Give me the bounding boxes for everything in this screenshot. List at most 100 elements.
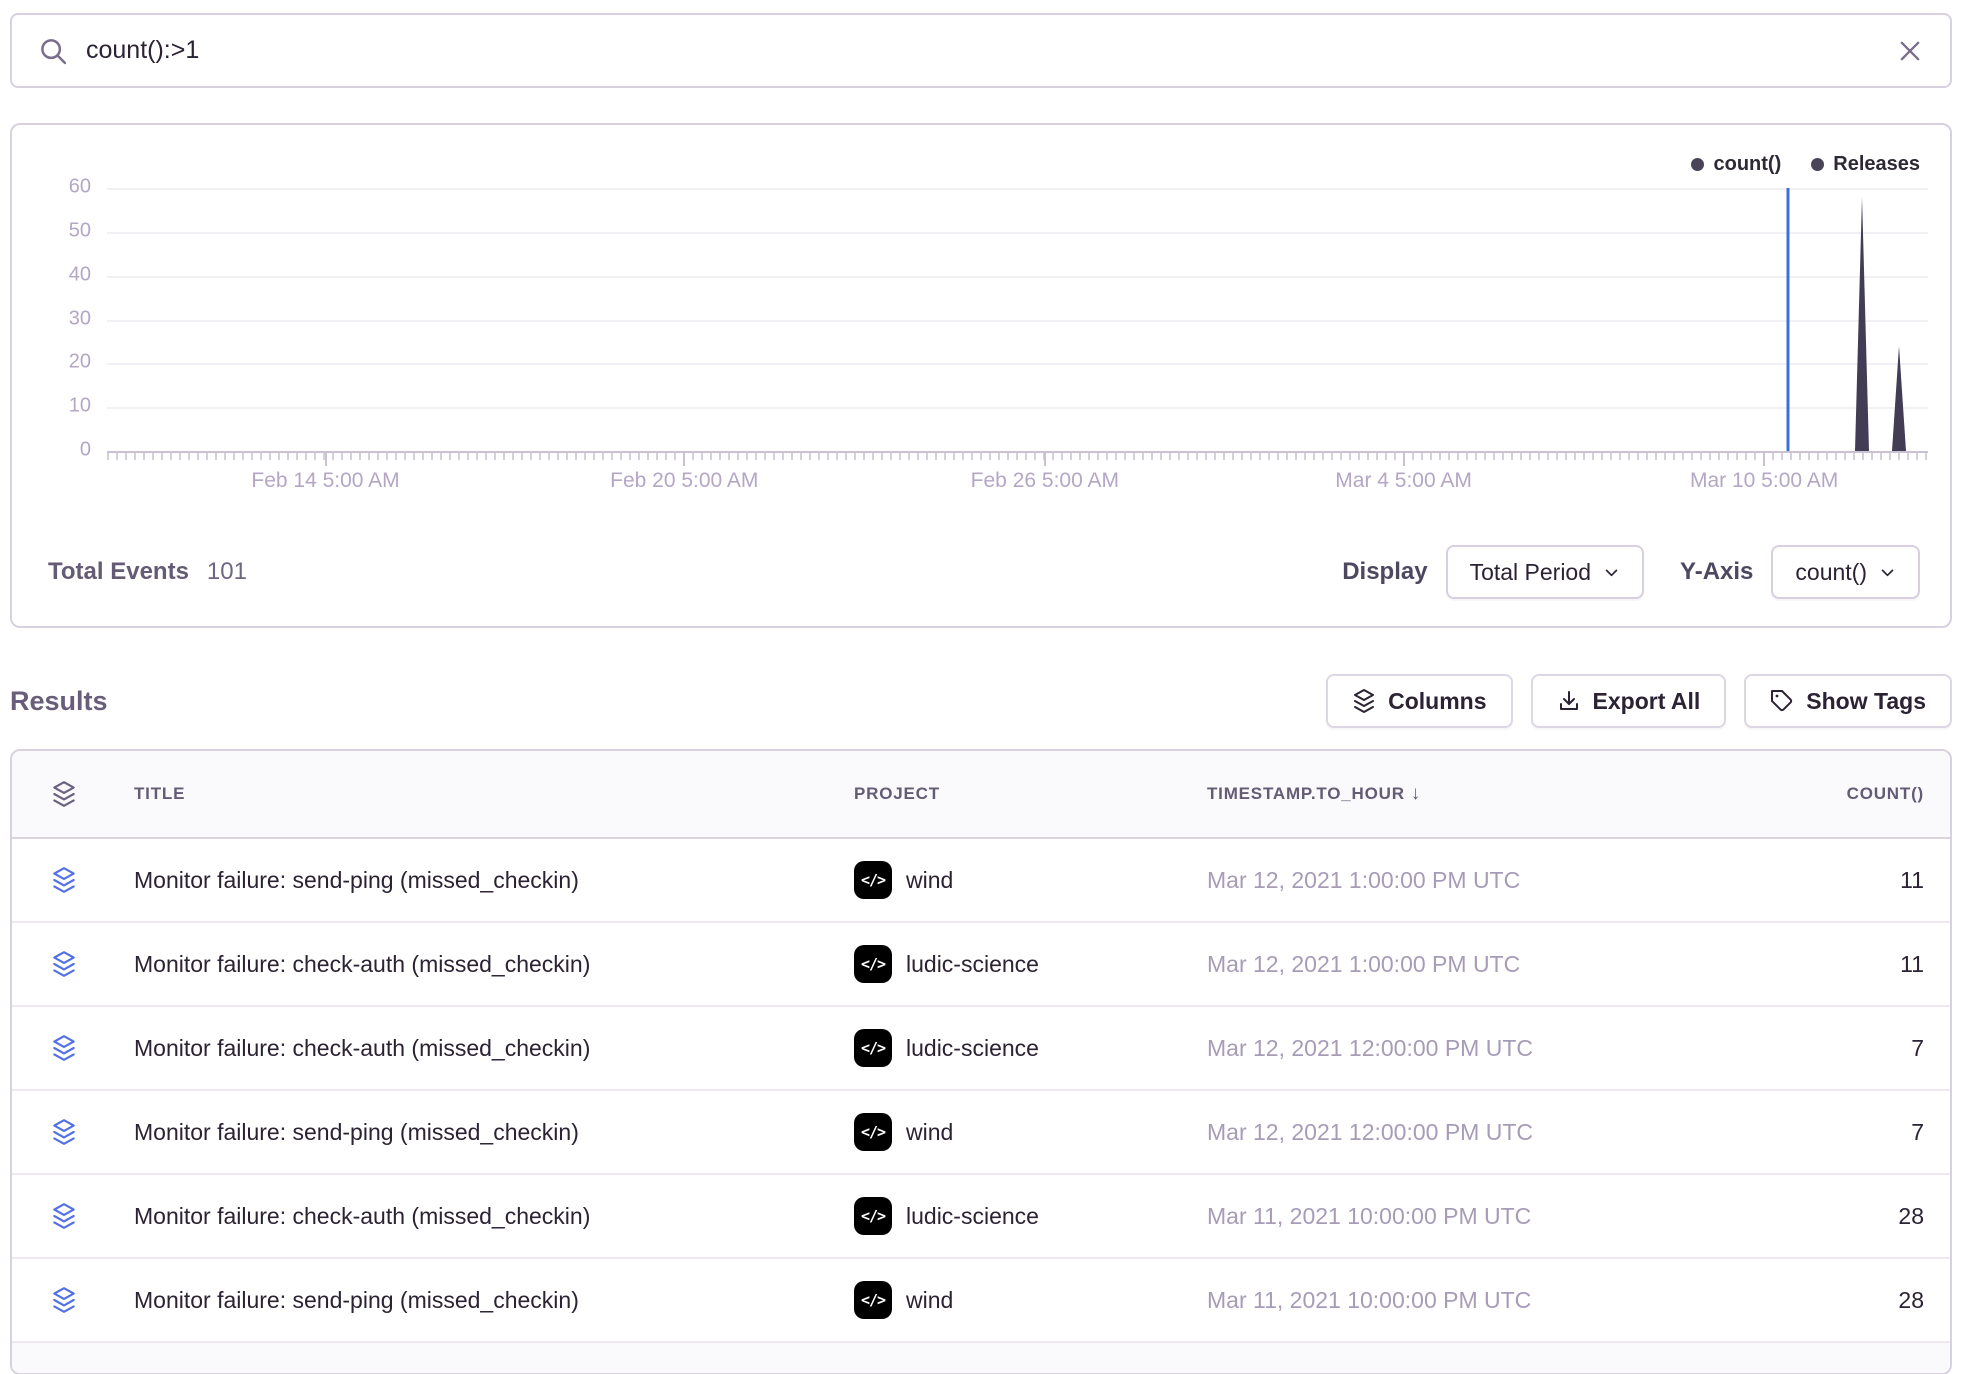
legend-item-count[interactable]: count() bbox=[1691, 153, 1781, 176]
legend-item-releases[interactable]: Releases bbox=[1811, 153, 1920, 176]
project-platform-icon: </> bbox=[854, 1113, 892, 1151]
chart-legend: count() Releases bbox=[12, 125, 1950, 175]
column-header-count[interactable]: COUNT() bbox=[1660, 784, 1950, 804]
export-all-button-label: Export All bbox=[1593, 688, 1701, 715]
row-timestamp: Mar 12, 2021 12:00:00 PM UTC bbox=[1207, 1035, 1660, 1062]
x-axis-label: Feb 20 5:00 AM bbox=[610, 469, 758, 493]
column-header-project[interactable]: PROJECT bbox=[854, 784, 1207, 804]
row-count: 28 bbox=[1660, 1203, 1950, 1230]
x-axis-label: Feb 14 5:00 AM bbox=[251, 469, 399, 493]
project-platform-icon: </> bbox=[854, 1197, 892, 1235]
table-row[interactable]: Monitor failure: send-ping (missed_check… bbox=[12, 1259, 1950, 1343]
table-row[interactable]: Monitor failure: check-auth (missed_chec… bbox=[12, 1007, 1950, 1091]
gridline bbox=[107, 232, 1928, 234]
row-project: </> wind bbox=[854, 1281, 1207, 1319]
gridline bbox=[107, 363, 1928, 365]
count-spike bbox=[1892, 346, 1906, 451]
results-header-row: Results Columns bbox=[10, 674, 1952, 728]
row-stack-icon[interactable] bbox=[12, 1286, 116, 1314]
row-title[interactable]: Monitor failure: check-auth (missed_chec… bbox=[116, 1035, 854, 1062]
tag-icon bbox=[1770, 689, 1794, 713]
stack-icon bbox=[1352, 688, 1376, 714]
column-header-timestamp[interactable]: TIMESTAMP.TO_HOUR↓ bbox=[1207, 783, 1660, 805]
column-header-title[interactable]: TITLE bbox=[116, 784, 854, 804]
row-title[interactable]: Monitor failure: send-ping (missed_check… bbox=[116, 867, 854, 894]
y-axis-label: 40 bbox=[69, 263, 91, 286]
search-input[interactable] bbox=[86, 36, 1896, 65]
y-axis-label: 60 bbox=[69, 175, 91, 198]
row-project: </> wind bbox=[854, 861, 1207, 899]
gridline bbox=[107, 276, 1928, 278]
columns-button-label: Columns bbox=[1388, 688, 1486, 715]
show-tags-button[interactable]: Show Tags bbox=[1744, 674, 1952, 728]
row-timestamp: Mar 11, 2021 10:00:00 PM UTC bbox=[1207, 1203, 1660, 1230]
table-row[interactable]: Monitor failure: check-auth (missed_chec… bbox=[12, 923, 1950, 1007]
row-count: 7 bbox=[1660, 1119, 1950, 1146]
row-title[interactable]: Monitor failure: check-auth (missed_chec… bbox=[116, 951, 854, 978]
row-project: </> ludic-science bbox=[854, 1029, 1207, 1067]
x-axis-label: Feb 26 5:00 AM bbox=[971, 469, 1119, 493]
table-header-row: TITLE PROJECT TIMESTAMP.TO_HOUR↓ COUNT() bbox=[12, 751, 1950, 839]
project-name: ludic-science bbox=[906, 1035, 1039, 1062]
row-count: 11 bbox=[1660, 951, 1950, 978]
table-row[interactable]: Monitor failure: check-auth (missed_chec… bbox=[12, 1175, 1950, 1259]
row-stack-icon[interactable] bbox=[12, 950, 116, 978]
y-axis-label: 10 bbox=[69, 395, 91, 418]
chart-controls: Display Total Period Y-Axis count() bbox=[1342, 545, 1920, 599]
results-heading: Results bbox=[10, 686, 108, 717]
gridline bbox=[107, 320, 1928, 322]
plot-area[interactable]: 60 50 40 30 20 10 0 bbox=[107, 188, 1928, 453]
row-timestamp: Mar 12, 2021 1:00:00 PM UTC bbox=[1207, 951, 1660, 978]
row-timestamp: Mar 12, 2021 1:00:00 PM UTC bbox=[1207, 867, 1660, 894]
yaxis-label: Y-Axis bbox=[1680, 558, 1753, 586]
legend-label-releases: Releases bbox=[1833, 153, 1920, 176]
row-title[interactable]: Monitor failure: check-auth (missed_chec… bbox=[116, 1203, 854, 1230]
x-axis-labels: Feb 14 5:00 AM Feb 20 5:00 AM Feb 26 5:0… bbox=[107, 453, 1928, 499]
row-title[interactable]: Monitor failure: send-ping (missed_check… bbox=[116, 1287, 854, 1314]
y-axis-label: 20 bbox=[69, 351, 91, 374]
discover-page: count() Releases 60 50 40 30 20 10 bbox=[0, 0, 1962, 1374]
table-footer bbox=[12, 1343, 1950, 1373]
search-clear-icon[interactable] bbox=[1896, 37, 1924, 65]
project-name: ludic-science bbox=[906, 951, 1039, 978]
table-row[interactable]: Monitor failure: send-ping (missed_check… bbox=[12, 839, 1950, 923]
chevron-down-icon bbox=[1603, 564, 1620, 581]
row-project: </> wind bbox=[854, 1113, 1207, 1151]
display-label: Display bbox=[1342, 558, 1427, 586]
gridline bbox=[107, 407, 1928, 409]
row-count: 11 bbox=[1660, 867, 1950, 894]
y-axis-label: 50 bbox=[69, 219, 91, 242]
display-dropdown[interactable]: Total Period bbox=[1446, 545, 1644, 599]
row-title[interactable]: Monitor failure: send-ping (missed_check… bbox=[116, 1119, 854, 1146]
sort-desc-icon[interactable]: ↓ bbox=[1411, 783, 1421, 804]
yaxis-dropdown[interactable]: count() bbox=[1771, 545, 1920, 599]
legend-dot-count bbox=[1691, 158, 1704, 171]
table-row[interactable]: Monitor failure: send-ping (missed_check… bbox=[12, 1091, 1950, 1175]
y-axis-label: 30 bbox=[69, 307, 91, 330]
project-platform-icon: </> bbox=[854, 861, 892, 899]
x-axis-label: Mar 4 5:00 AM bbox=[1335, 469, 1472, 493]
header-stack-icon[interactable] bbox=[12, 780, 116, 808]
row-stack-icon[interactable] bbox=[12, 1118, 116, 1146]
total-events: Total Events 101 bbox=[48, 558, 247, 586]
gridline bbox=[107, 188, 1928, 190]
search-icon bbox=[38, 36, 68, 66]
columns-button[interactable]: Columns bbox=[1326, 674, 1512, 728]
row-stack-icon[interactable] bbox=[12, 1034, 116, 1062]
release-line bbox=[1786, 188, 1789, 451]
row-stack-icon[interactable] bbox=[12, 866, 116, 894]
row-stack-icon[interactable] bbox=[12, 1202, 116, 1230]
display-dropdown-value: Total Period bbox=[1470, 559, 1591, 586]
project-name: wind bbox=[906, 1119, 953, 1146]
export-all-button[interactable]: Export All bbox=[1531, 674, 1727, 728]
count-spike bbox=[1855, 197, 1869, 451]
project-platform-icon: </> bbox=[854, 945, 892, 983]
row-project: </> ludic-science bbox=[854, 1197, 1207, 1235]
yaxis-dropdown-value: count() bbox=[1795, 559, 1867, 586]
results-table: TITLE PROJECT TIMESTAMP.TO_HOUR↓ COUNT()… bbox=[10, 749, 1952, 1374]
x-axis-label: Mar 10 5:00 AM bbox=[1690, 469, 1838, 493]
y-axis-label: 0 bbox=[80, 438, 91, 461]
chart-footer: Total Events 101 Display Total Period Y-… bbox=[12, 545, 1950, 599]
row-count: 7 bbox=[1660, 1035, 1950, 1062]
results-actions: Columns Export All bbox=[1326, 674, 1952, 728]
